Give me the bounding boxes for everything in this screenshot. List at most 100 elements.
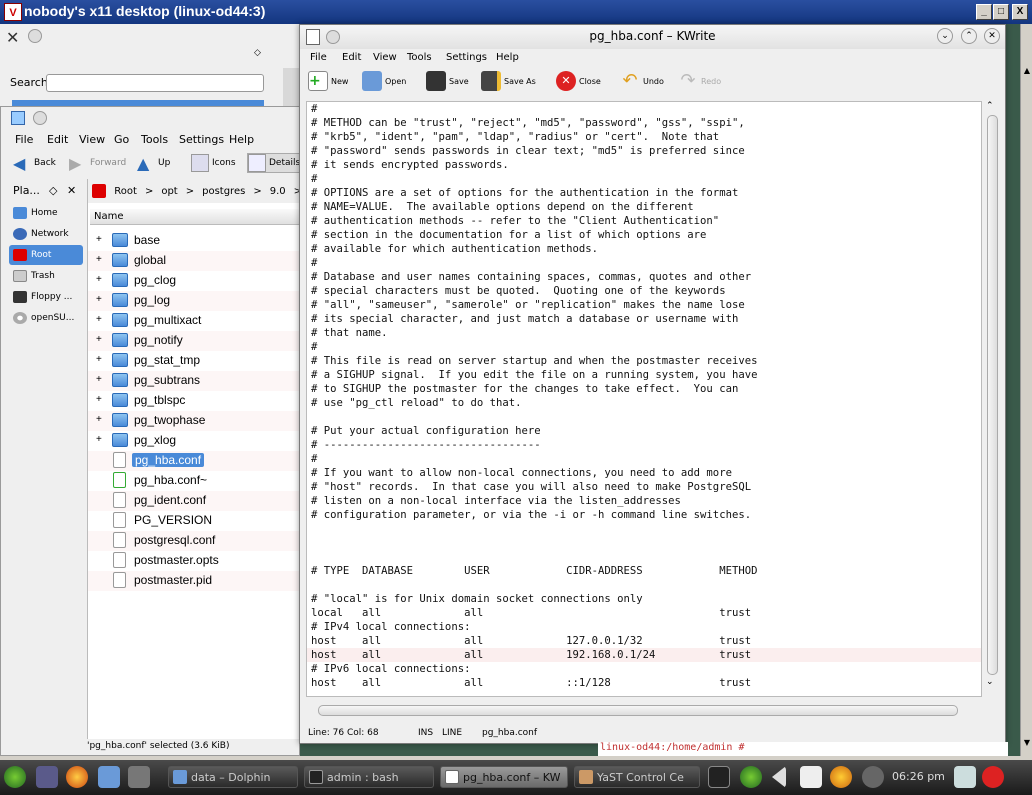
- text-editor[interactable]: # # METHOD can be "trust", "reject", "md…: [306, 101, 982, 697]
- task-kwrite[interactable]: pg_hba.conf – KW: [440, 766, 568, 788]
- breadcrumb-opt[interactable]: opt: [161, 186, 177, 197]
- scroll-down-icon[interactable]: ⌄: [986, 677, 994, 687]
- task-dolphin[interactable]: data – Dolphin: [168, 766, 298, 788]
- editor-content[interactable]: # # METHOD can be "trust", "reject", "md…: [311, 102, 757, 690]
- expand-icon[interactable]: +: [96, 274, 102, 285]
- file-row[interactable]: postgresql.conf: [88, 531, 302, 551]
- menu-view[interactable]: View: [373, 52, 397, 63]
- menu-view[interactable]: View: [79, 133, 105, 146]
- menu-edit[interactable]: Edit: [342, 52, 361, 63]
- breadcrumb-root[interactable]: Root: [114, 186, 137, 197]
- volume-icon[interactable]: [772, 766, 786, 788]
- menu-file[interactable]: File: [15, 133, 33, 146]
- undo-button[interactable]: ↶ Undo: [620, 71, 663, 91]
- expand-icon[interactable]: +: [96, 394, 102, 405]
- show-desktop-icon[interactable]: [36, 766, 58, 788]
- file-row[interactable]: pg_hba.conf~: [88, 471, 302, 491]
- vnc-close-button[interactable]: X: [1012, 4, 1028, 20]
- file-row[interactable]: + pg_twophase: [88, 411, 302, 431]
- terminal-icon[interactable]: [708, 766, 730, 788]
- scroll-up-icon[interactable]: ⌃: [986, 101, 994, 111]
- file-row[interactable]: pg_hba.conf: [88, 451, 302, 471]
- diamond-icon[interactable]: ◇: [254, 48, 261, 58]
- expand-icon[interactable]: +: [96, 234, 102, 245]
- update-icon[interactable]: [740, 766, 762, 788]
- menu-settings[interactable]: Settings: [179, 133, 224, 146]
- place-trash[interactable]: Trash: [9, 266, 83, 286]
- file-row[interactable]: + pg_clog: [88, 271, 302, 291]
- scrollbar-thumb[interactable]: [318, 705, 958, 716]
- vnc-minimize-button[interactable]: _: [976, 4, 992, 20]
- breadcrumb-9-0[interactable]: 9.0: [270, 186, 286, 197]
- window-menu-icon[interactable]: [33, 111, 47, 125]
- dolphin-app-icon[interactable]: [11, 111, 25, 125]
- lock-screen-icon[interactable]: [954, 766, 976, 788]
- insert-mode[interactable]: INS: [418, 728, 433, 738]
- place-floppy[interactable]: Floppy ...: [9, 287, 83, 307]
- expand-icon[interactable]: +: [96, 314, 102, 325]
- firefox-icon[interactable]: [66, 766, 88, 788]
- task-terminal[interactable]: admin : bash: [304, 766, 434, 788]
- file-row[interactable]: + global: [88, 251, 302, 271]
- file-row[interactable]: PG_VERSION: [88, 511, 302, 531]
- vnc-vertical-scrollbar[interactable]: ▲ ▼: [1020, 24, 1032, 756]
- menu-go[interactable]: Go: [114, 133, 129, 146]
- search-input[interactable]: [46, 74, 264, 92]
- menu-help[interactable]: Help: [229, 133, 254, 146]
- place-opensuse[interactable]: openSU...: [9, 308, 83, 328]
- back-button[interactable]: ◀ Back: [13, 153, 56, 173]
- menu-help[interactable]: Help: [496, 52, 519, 63]
- file-row[interactable]: + base: [88, 231, 302, 251]
- place-root[interactable]: Root: [9, 245, 83, 265]
- window-menu-icon[interactable]: [28, 29, 42, 43]
- clipboard-icon[interactable]: [800, 766, 822, 788]
- file-row[interactable]: + pg_subtrans: [88, 371, 302, 391]
- file-row[interactable]: + pg_stat_tmp: [88, 351, 302, 371]
- up-button[interactable]: ▲ Up: [137, 153, 170, 173]
- file-row[interactable]: + pg_notify: [88, 331, 302, 351]
- forward-button[interactable]: ▶ Forward: [69, 153, 126, 173]
- scroll-down-icon[interactable]: ▼: [1021, 736, 1032, 750]
- close-button[interactable]: ✕ Close: [556, 71, 601, 91]
- info-icon[interactable]: [862, 766, 884, 788]
- kwrite-app-icon[interactable]: [306, 29, 320, 45]
- file-row[interactable]: + pg_multixact: [88, 311, 302, 331]
- expand-icon[interactable]: +: [96, 294, 102, 305]
- window-menu-icon[interactable]: [326, 30, 340, 44]
- close-icon[interactable]: ✕: [984, 28, 1000, 44]
- open-button[interactable]: Open: [362, 71, 406, 91]
- editor-vertical-scrollbar[interactable]: ⌃ ⌄: [984, 101, 1000, 697]
- menu-tools[interactable]: Tools: [141, 133, 168, 146]
- scrollbar-thumb[interactable]: [987, 115, 998, 675]
- kickoff-menu-icon[interactable]: [4, 766, 26, 788]
- close-icon[interactable]: ✕: [67, 184, 76, 197]
- save-as-button[interactable]: Save As: [481, 71, 536, 91]
- file-row[interactable]: postmaster.opts: [88, 551, 302, 571]
- expand-icon[interactable]: +: [96, 254, 102, 265]
- expand-icon[interactable]: +: [96, 414, 102, 425]
- file-row[interactable]: postmaster.pid: [88, 571, 302, 591]
- vnc-maximize-button[interactable]: □: [993, 4, 1009, 20]
- file-row[interactable]: + pg_tblspc: [88, 391, 302, 411]
- column-header-name[interactable]: Name: [90, 209, 302, 225]
- save-button[interactable]: Save: [426, 71, 469, 91]
- menu-tools[interactable]: Tools: [407, 52, 432, 63]
- place-network[interactable]: Network: [9, 224, 83, 244]
- new-button[interactable]: + New: [308, 71, 348, 91]
- expand-icon[interactable]: +: [96, 434, 102, 445]
- pager-icon[interactable]: [128, 766, 150, 788]
- file-manager-icon[interactable]: [98, 766, 120, 788]
- float-icon[interactable]: ◇: [49, 184, 57, 197]
- menu-settings[interactable]: Settings: [446, 52, 487, 63]
- clock[interactable]: 06:26 pm: [892, 770, 945, 783]
- expand-icon[interactable]: +: [96, 334, 102, 345]
- expand-icon[interactable]: +: [96, 354, 102, 365]
- menu-file[interactable]: File: [310, 52, 327, 63]
- file-row[interactable]: + pg_xlog: [88, 431, 302, 451]
- redo-button[interactable]: ↷ Redo: [678, 71, 721, 91]
- file-row[interactable]: + pg_log: [88, 291, 302, 311]
- chevron-up-icon[interactable]: ⌃: [961, 28, 977, 44]
- breadcrumb-postgres[interactable]: postgres: [202, 186, 245, 197]
- scroll-up-icon[interactable]: ▲: [1021, 64, 1032, 78]
- file-row[interactable]: pg_ident.conf: [88, 491, 302, 511]
